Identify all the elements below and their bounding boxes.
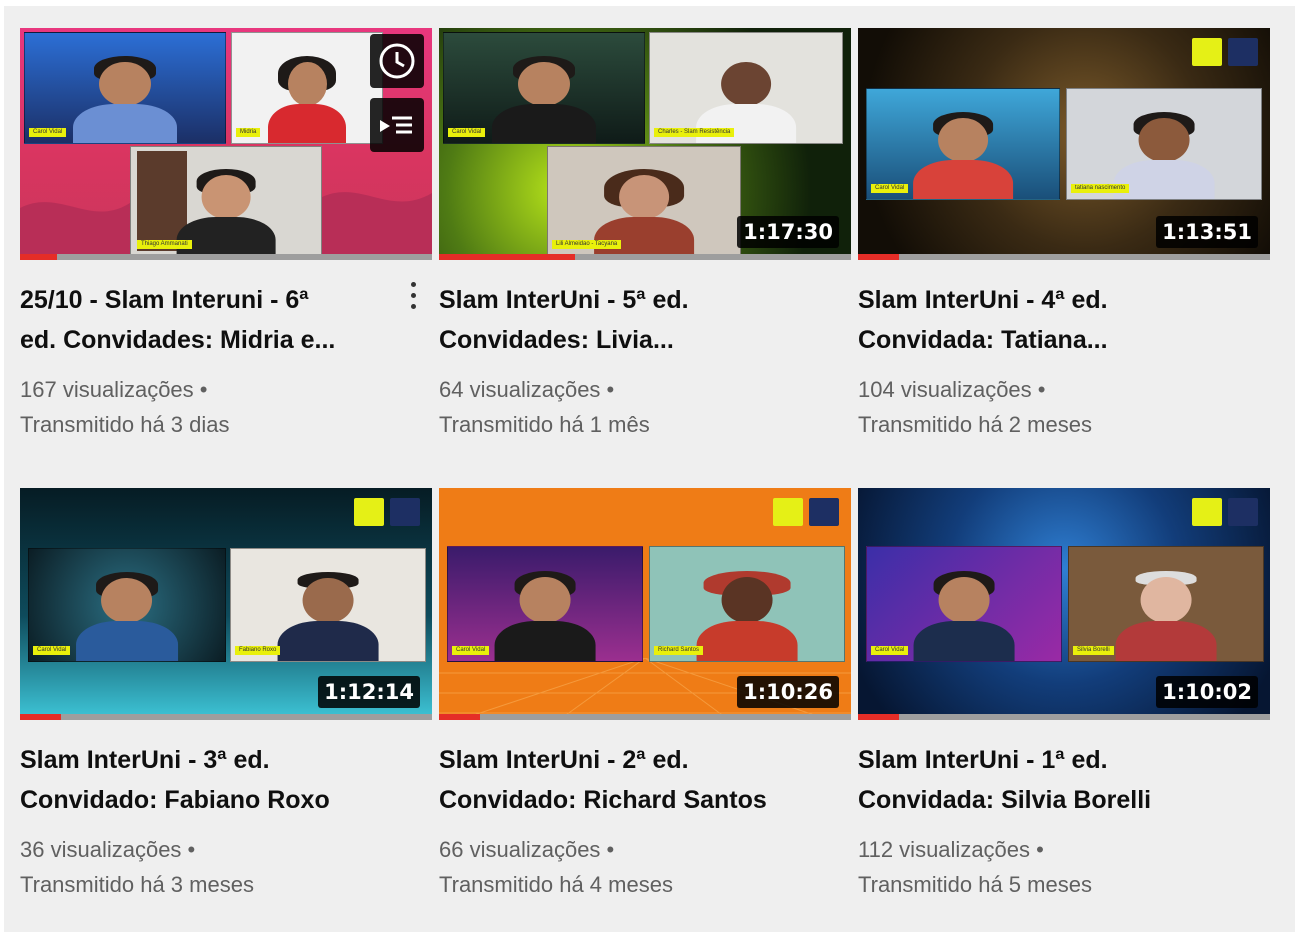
stream-date: Transmitido há 4 meses <box>439 872 673 897</box>
video-title[interactable]: Slam InterUni - 3ª ed. Convidado: Fabian… <box>20 740 400 820</box>
add-to-queue-icon <box>380 116 412 134</box>
participant-video: Carol Vidal <box>447 546 643 662</box>
video-thumbnail[interactable]: Carol Vidal Fabiano Roxo 1:12:14 <box>20 488 432 720</box>
view-count: 36 visualizações • <box>20 837 196 862</box>
view-count: 66 visualizações • <box>439 837 615 862</box>
stream-date: Transmitido há 3 dias <box>20 412 230 437</box>
video-thumbnail[interactable]: Carol Vidal Richard Santos 1:10:26 <box>439 488 851 720</box>
university-logo-icon <box>390 498 420 526</box>
view-count: 64 visualizações • <box>439 377 615 402</box>
participant-video: Midria <box>231 32 383 144</box>
event-logo-icon <box>1192 38 1222 66</box>
name-tag: Fabiano Roxo <box>235 646 281 655</box>
university-logo-icon <box>1228 498 1258 526</box>
name-tag: Richard Santos <box>654 646 704 655</box>
video-metadata: 36 visualizações • Transmitido há 3 mese… <box>20 832 432 902</box>
video-metadata: 167 visualizações • Transmitido há 3 dia… <box>20 372 432 442</box>
video-metadata: 112 visualizações • Transmitido há 5 mes… <box>858 832 1270 902</box>
video-title[interactable]: Slam InterUni - 2ª ed. Convidado: Richar… <box>439 740 819 820</box>
name-tag: Thiago Ammanati <box>137 240 192 249</box>
add-to-queue-button[interactable] <box>370 98 424 152</box>
video-card[interactable]: Carol Vidal tatiana nascimento 1:13:51 S… <box>858 28 1270 442</box>
duration-badge: 1:13:51 <box>1156 216 1258 248</box>
participant-video: Carol Vidal <box>443 32 645 144</box>
name-tag: tatiana nascimento <box>1071 184 1130 193</box>
participant-video: Lili Almeidao - Tacyana <box>547 146 741 256</box>
university-logo-icon <box>1228 38 1258 66</box>
view-count: 112 visualizações • <box>858 837 1044 862</box>
video-title[interactable]: Slam InterUni - 5ª ed. Convidades: Livia… <box>439 280 819 360</box>
event-logo-icon <box>773 498 803 526</box>
video-card[interactable]: Carol Vidal Fabiano Roxo 1:12:14 Slam In… <box>20 488 432 902</box>
video-card[interactable]: Carol Vidal Silvia Borelli 1:10:02 Slam … <box>858 488 1270 902</box>
video-card[interactable]: Carol Vidal Charles - Slam Resistência L… <box>439 28 851 442</box>
video-metadata: 104 visualizações • Transmitido há 2 mes… <box>858 372 1270 442</box>
video-card[interactable]: Carol Vidal Richard Santos 1:10:26 Slam … <box>439 488 851 902</box>
participant-video: Carol Vidal <box>866 546 1062 662</box>
duration-badge: 1:10:26 <box>737 676 839 708</box>
video-thumbnail[interactable]: Carol Vidal tatiana nascimento 1:13:51 <box>858 28 1270 260</box>
stream-date: Transmitido há 1 mês <box>439 412 650 437</box>
name-tag: Lili Almeidao - Tacyana <box>552 240 622 249</box>
name-tag: Carol Vidal <box>452 646 490 655</box>
duration-badge: 1:12:14 <box>318 676 420 708</box>
stream-date: Transmitido há 2 meses <box>858 412 1092 437</box>
name-tag: Midria <box>236 128 261 137</box>
view-count: 167 visualizações • <box>20 377 208 402</box>
video-thumbnail[interactable]: Carol Vidal Silvia Borelli 1:10:02 <box>858 488 1270 720</box>
participant-video: Richard Santos <box>649 546 845 662</box>
name-tag: Charles - Slam Resistência <box>654 128 735 137</box>
event-logo-icon <box>354 498 384 526</box>
name-tag: Silvia Borelli <box>1073 646 1114 655</box>
duration-badge: 1:10:02 <box>1156 676 1258 708</box>
name-tag: Carol Vidal <box>29 128 67 137</box>
video-title[interactable]: Slam InterUni - 4ª ed. Convidada: Tatian… <box>858 280 1238 360</box>
watch-later-icon <box>379 43 415 79</box>
more-actions-button[interactable] <box>408 282 418 318</box>
video-title[interactable]: Slam InterUni - 1ª ed. Convidada: Silvia… <box>858 740 1238 820</box>
participant-video: Carol Vidal <box>24 32 226 144</box>
name-tag: Carol Vidal <box>448 128 486 137</box>
event-logo-icon <box>1192 498 1222 526</box>
name-tag: Carol Vidal <box>871 646 909 655</box>
university-logo-icon <box>809 498 839 526</box>
video-metadata: 64 visualizações • Transmitido há 1 mês <box>439 372 851 442</box>
video-title[interactable]: 25/10 - Slam Interuni - 6ª ed. Convidade… <box>20 280 400 360</box>
participant-video: Thiago Ammanati <box>130 146 322 256</box>
participant-video: Charles - Slam Resistência <box>649 32 843 144</box>
video-grid: Carol Vidal Midria Thiago Ammanati 25/10… <box>4 6 1295 932</box>
participant-video: Fabiano Roxo <box>230 548 426 662</box>
video-metadata: 66 visualizações • Transmitido há 4 mese… <box>439 832 851 902</box>
video-thumbnail[interactable]: Carol Vidal Midria Thiago Ammanati <box>20 28 432 260</box>
video-card[interactable]: Carol Vidal Midria Thiago Ammanati 25/10… <box>20 28 432 442</box>
watch-later-button[interactable] <box>370 34 424 88</box>
participant-video: Carol Vidal <box>866 88 1060 200</box>
participant-video: Carol Vidal <box>28 548 226 662</box>
duration-badge: 1:17:30 <box>737 216 839 248</box>
view-count: 104 visualizações • <box>858 377 1046 402</box>
name-tag: Carol Vidal <box>33 646 71 655</box>
video-thumbnail[interactable]: Carol Vidal Charles - Slam Resistência L… <box>439 28 851 260</box>
stream-date: Transmitido há 3 meses <box>20 872 254 897</box>
participant-video: Silvia Borelli <box>1068 546 1264 662</box>
name-tag: Carol Vidal <box>871 184 909 193</box>
stream-date: Transmitido há 5 meses <box>858 872 1092 897</box>
participant-video: tatiana nascimento <box>1066 88 1262 200</box>
